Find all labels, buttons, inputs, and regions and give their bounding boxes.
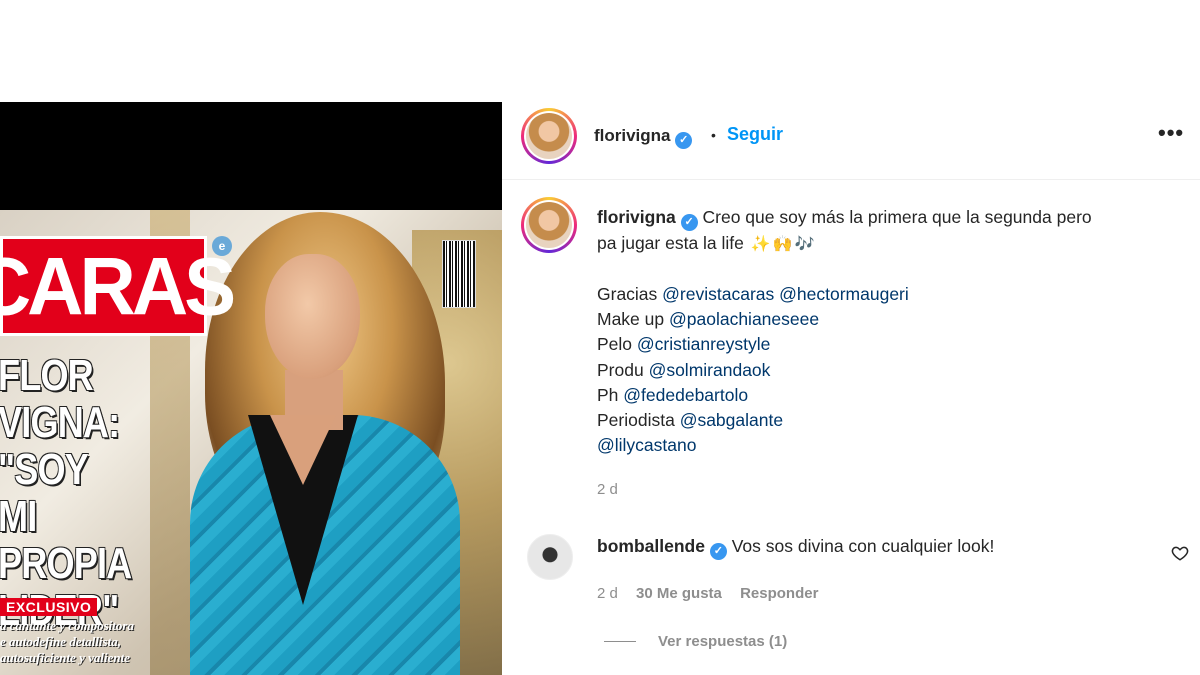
cover-headline: FLOR VIGNA: "SOY MI PROPIA LIDER": [0, 351, 132, 634]
verified-icon: ✓: [680, 214, 698, 231]
headline-line: VIGNA:: [0, 398, 120, 447]
headline-line: FLOR: [0, 351, 94, 400]
caption-text-line2: pa jugar esta la life: [597, 233, 744, 253]
credit-prefix: Produ: [597, 359, 649, 380]
header-separator: •: [711, 127, 716, 143]
view-replies-label[interactable]: Ver respuestas (1): [658, 633, 787, 650]
credit-line: Make up @paolachianeseee: [597, 307, 909, 332]
author-avatar[interactable]: [521, 108, 577, 164]
comment: bomballende ✓ Vos sos divina con cualqui…: [597, 536, 994, 560]
more-options-icon[interactable]: •••: [1158, 120, 1184, 146]
mention-link[interactable]: @paolachianeseee: [669, 309, 819, 329]
mention-link[interactable]: @hectormaugeri: [779, 284, 909, 304]
mention-link[interactable]: @lilycastano: [597, 435, 696, 455]
credit-prefix: Ph: [597, 384, 624, 405]
cover-model-chest: [270, 415, 336, 485]
credit-prefix: Make up: [597, 309, 669, 330]
mention-link[interactable]: @fededebartolo: [623, 385, 748, 405]
comment-likes[interactable]: 30 Me gusta: [636, 585, 722, 602]
credit-line: Ph @fededebartolo: [597, 383, 909, 408]
credit-line: Periodista @sabgalante: [597, 408, 909, 433]
headline-line: PROPIA: [0, 539, 132, 588]
cover-logo: CARAS: [0, 236, 236, 336]
magazine-cover: CARAS e FLOR VIGNA: "SOY MI PROPIA LIDER…: [0, 210, 502, 675]
caption-avatar[interactable]: [521, 197, 577, 253]
author-username-text[interactable]: florivigna: [594, 126, 671, 145]
post-details-panel: florivigna ✓ • Seguir ••• florivigna ✓ C…: [502, 102, 1200, 675]
mention-link[interactable]: @cristianreystyle: [637, 334, 771, 354]
hands-emoji-icon: 🙌: [772, 236, 793, 253]
commenter-avatar[interactable]: [527, 534, 573, 580]
post-caption: florivigna ✓ Creo que soy más la primera…: [597, 205, 1187, 257]
music-emoji-icon: 🎶: [794, 236, 815, 253]
subtext-line: autosuficiente y valiente: [0, 650, 130, 665]
cover-subtext: a cantante y compositora e autodefine de…: [0, 618, 150, 666]
follow-button[interactable]: Seguir: [727, 124, 783, 145]
comment-text: Vos sos divina con cualquier look!: [731, 536, 995, 556]
subtext-line: e autodefine detallista,: [0, 634, 121, 649]
sparkle-emoji-icon: ✨: [750, 236, 771, 253]
credit-line: Pelo @cristianreystyle: [597, 332, 909, 357]
post-image[interactable]: CARAS e FLOR VIGNA: "SOY MI PROPIA LIDER…: [0, 102, 502, 675]
replies-divider: [604, 641, 636, 642]
verified-icon: ✓: [675, 132, 693, 149]
credit-prefix: Gracias: [597, 284, 663, 304]
reply-button[interactable]: Responder: [740, 585, 818, 602]
cover-logo-text: CARAS: [0, 239, 236, 332]
mention-link[interactable]: @revistacaras: [662, 284, 774, 304]
caption-username[interactable]: florivigna: [597, 207, 676, 227]
cover-model-face: [265, 254, 360, 379]
comment-meta: 2 d 30 Me gusta Responder: [597, 585, 818, 602]
headline-line: "SOY MI: [0, 445, 88, 541]
credit-prefix: Periodista: [597, 410, 680, 431]
credit-line: @lilycastano: [597, 433, 909, 458]
caption-credits: Gracias @revistacaras @hectormaugeri Mak…: [597, 282, 909, 458]
mention-link[interactable]: @sabgalante: [680, 410, 783, 430]
credit-line: Produ @solmirandaok: [597, 358, 909, 383]
subtext-line: a cantante y compositora: [0, 618, 134, 633]
cover-barcode: [442, 240, 476, 308]
cover-publisher-icon: e: [212, 236, 232, 256]
comment-username[interactable]: bomballende: [597, 536, 705, 556]
post-header: florivigna ✓ • Seguir •••: [502, 102, 1200, 180]
mention-link[interactable]: @solmirandaok: [649, 360, 771, 380]
view-replies-button[interactable]: Ver respuestas (1): [604, 633, 787, 650]
like-comment-heart-icon[interactable]: [1171, 544, 1189, 562]
caption-text-line1: Creo que soy más la primera que la segun…: [702, 207, 1092, 227]
image-letterbox: [0, 102, 502, 210]
comment-timestamp[interactable]: 2 d: [597, 585, 618, 602]
credit-line: Gracias @revistacaras @hectormaugeri: [597, 282, 909, 307]
verified-icon: ✓: [709, 543, 727, 560]
caption-timestamp[interactable]: 2 d: [597, 481, 618, 498]
cover-badge: EXCLUSIVO: [0, 598, 98, 616]
credit-prefix: Pelo: [597, 334, 637, 355]
author-username[interactable]: florivigna ✓: [594, 126, 693, 149]
